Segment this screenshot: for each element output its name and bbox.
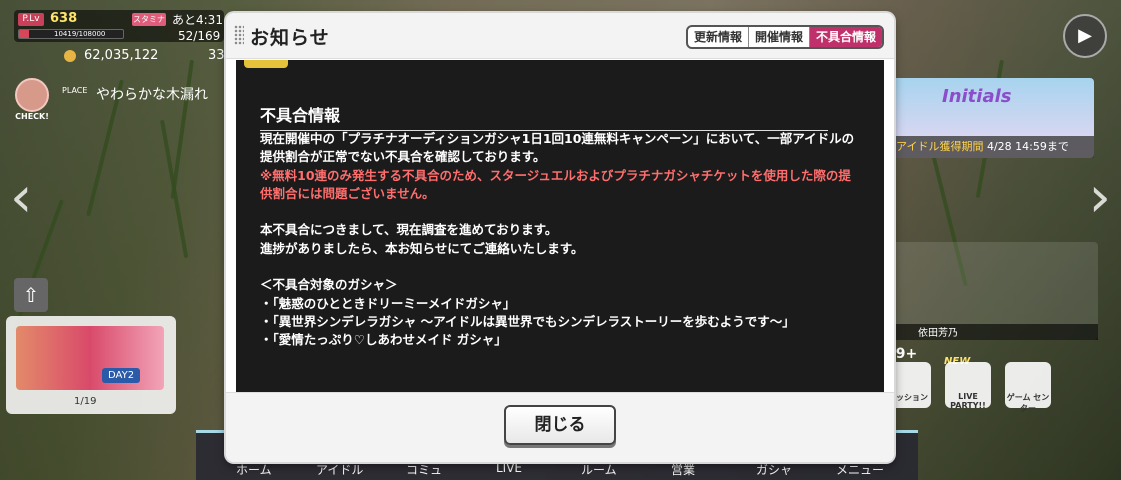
previous-item-strip [236, 60, 884, 72]
notice-tabs: 更新情報 開催情報 不具合情報 [685, 25, 884, 49]
nav-eigyo[interactable]: 営業 [671, 461, 695, 478]
event-logo: Initials [942, 86, 1012, 107]
plv-label: P.Lv [18, 13, 44, 26]
exp-text: 10419/108000 [54, 30, 106, 38]
money-display: 62,035,122 [64, 48, 158, 63]
nav-home[interactable]: ホーム [236, 461, 272, 478]
close-button[interactable]: 閉じる [504, 405, 616, 445]
event-period: アイドル獲得期間 4/28 14:59まで [892, 136, 1094, 158]
list-title: ＜不具合対象のガシャ＞ [260, 277, 398, 293]
place-name: やわらかな木漏れ [96, 87, 208, 103]
gacha-banner-art [16, 326, 164, 390]
stamina-value: 52/169 [178, 29, 221, 43]
play-icon[interactable]: ▶ [1063, 14, 1107, 58]
list-item: ・「魅惑のひとときドリーミーメイドガシャ」 [260, 295, 516, 311]
idol-avatar [15, 78, 49, 112]
gacha-count: 1/19 [74, 396, 97, 407]
coin-icon [64, 49, 76, 62]
live-party-button[interactable]: LIVE PARTY!! [945, 362, 991, 410]
body-paragraph-2-line-1: 本不具合につきまして、現在調査を進めております。 [260, 222, 558, 238]
event-banner[interactable]: Initials アイドル獲得期間 4/28 14:59まで [892, 78, 1094, 158]
idol-panel[interactable]: 依田芳乃 [892, 242, 1098, 340]
section-title: 不具合情報 [260, 102, 828, 131]
idol-name: 依田芳乃 [892, 324, 1098, 340]
modal-footer: 閉じる [226, 392, 894, 462]
tab-update-info[interactable]: 更新情報 [688, 27, 749, 47]
modal-title: お知らせ [250, 27, 330, 49]
scroll-fade [236, 362, 884, 392]
arrow-up-icon[interactable]: ⇧ [14, 278, 48, 312]
gacha-day-label: DAY2 [102, 368, 141, 383]
notice-content[interactable]: 不具合情報 現在開催中の「プラチナオーディションガシャ1日1回10連無料キャンペ… [236, 60, 884, 392]
list-item: ・「愛情たっぷり♡しあわせメイド ガシャ」 [260, 332, 507, 348]
nav-idol[interactable]: アイドル [316, 461, 363, 478]
plv-value: 638 [50, 11, 78, 26]
notice-modal: お知らせ 更新情報 開催情報 不具合情報 不具合情報 現在開催中の「プラチナオー… [226, 13, 894, 462]
stamina-label: スタミナ [132, 13, 166, 26]
game-center-button[interactable]: ゲーム センター [1005, 362, 1051, 413]
body-paragraph-2-line-2: 進捗がありましたら、本お知らせにてご連絡いたします。 [260, 240, 584, 256]
notice-body: 現在開催中の「プラチナオーディションガシャ1日1回10連無料キャンペーン」におい… [260, 130, 860, 350]
body-paragraph-1: 現在開催中の「プラチナオーディションガシャ1日1回10連無料キャンペーン」におい… [260, 131, 855, 165]
nav-room[interactable]: ルーム [581, 461, 617, 478]
gem-value: 33 [208, 48, 225, 63]
chevron-left-icon[interactable]: ‹ [10, 170, 32, 226]
nav-gacha[interactable]: ガシャ [756, 461, 792, 478]
chevron-right-icon[interactable]: › [1089, 170, 1111, 226]
stamina-timer: あと4:31 [172, 13, 223, 27]
grip-icon [234, 25, 244, 45]
place-label: PLACE [62, 86, 88, 95]
shortcut-icons: ミッション LIVE PARTY!! ゲーム センター [885, 362, 1115, 413]
money-value: 62,035,122 [84, 48, 159, 63]
list-item: ・「異世界シンデレラガシャ ～アイドルは異世界でもシンデレラストーリーを歩むよう… [260, 313, 795, 329]
body-note: ※無料10連のみ発生する不具合のため、スタージュエルおよびプラチナガシャチケット… [260, 167, 851, 201]
check-label: CHECK! [15, 112, 49, 121]
check-button[interactable]: CHECK! [12, 78, 52, 122]
nav-live[interactable]: LIVE [496, 461, 522, 475]
tab-bug-info[interactable]: 不具合情報 [809, 27, 882, 47]
gacha-banner[interactable]: DAY2 1/19 [6, 316, 176, 414]
tab-event-info[interactable]: 開催情報 [749, 27, 810, 47]
nav-commu[interactable]: コミュ [406, 461, 442, 478]
gem-display: 33 [208, 48, 225, 63]
stamina-panel: スタミナ あと4:31 52/169 [132, 10, 228, 43]
modal-header: お知らせ 更新情報 開催情報 不具合情報 [226, 13, 894, 59]
nav-menu[interactable]: メニュー [836, 461, 884, 478]
